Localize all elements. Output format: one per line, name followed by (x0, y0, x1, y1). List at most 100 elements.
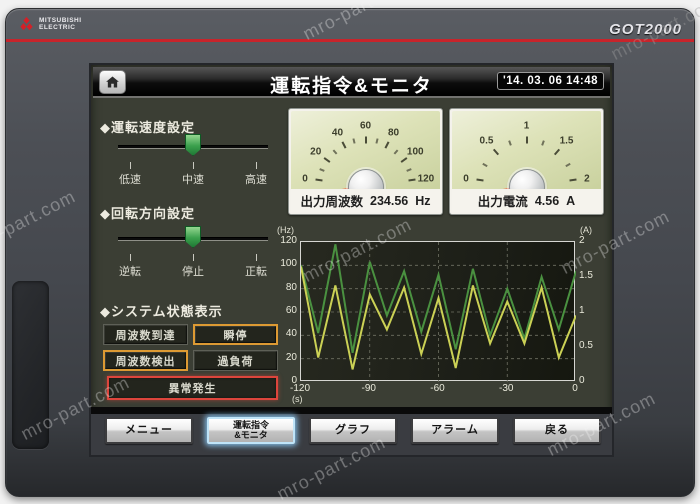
meter-knob (509, 169, 545, 191)
speed-tick-mid: 中速 (171, 162, 215, 187)
meter-tick-label: 1.5 (559, 135, 574, 147)
meter-name: 出力電流 (477, 195, 528, 209)
speed-slider-handle[interactable] (185, 134, 201, 156)
meter-tick-label: 120 (417, 173, 435, 184)
nav-button-menu[interactable]: メニュー (105, 417, 193, 444)
model-logo: GOT2000 (609, 21, 682, 38)
direction-slider-ticks: 逆転 停止 正転 (108, 254, 278, 279)
axis-tick-label: 1 (579, 305, 585, 316)
meter-tick-label: 60 (359, 120, 372, 132)
axis-tick-label: 0.5 (579, 340, 593, 351)
axis-tick-label: 100 (280, 258, 297, 270)
meter-tick-mark (319, 167, 325, 172)
left-axis-ticks: 120 100 80 60 40 20 0 (273, 235, 297, 387)
status-lamp-error: 異常発生 (107, 376, 278, 400)
axis-tick-label: 120 (280, 235, 297, 246)
meter-tick-mark (565, 162, 571, 167)
bezel-red-stripe (6, 39, 694, 42)
speed-slider-ticks: 低速 中速 高速 (108, 162, 278, 187)
meter-dial-face: 0 0.5 1 1.5 2 (452, 111, 601, 191)
meter-tick-label: 0.5 (479, 135, 494, 147)
meter-tick-mark (352, 138, 356, 144)
hmi-screen: 運転指令&モニタ '14. 03. 06 14:48 ◆運転速度設定 低速 中速… (89, 63, 614, 457)
interface-cover-slot (12, 281, 49, 449)
speed-tick-high: 高速 (234, 162, 278, 187)
meter-tick-mark (364, 136, 367, 144)
brand-line1: MITSUBISHI (39, 16, 82, 24)
meter-tick-mark (323, 156, 331, 163)
meter-tick-mark (315, 178, 323, 182)
axis-tick-label: 60 (285, 304, 297, 316)
meter-tick-mark (476, 178, 484, 182)
trend-graph-canvas (301, 242, 576, 382)
nav-button-row: メニュー 運転指令 &モニタ グラフ アラーム 戻る (105, 417, 601, 445)
meter-tick-mark (400, 156, 408, 163)
speed-tick-low: 低速 (108, 162, 152, 187)
x-axis-ticks: -120 -90 -60 -30 0 (282, 383, 593, 394)
meter-tick-label: 2 (584, 173, 590, 184)
three-diamond-icon (20, 16, 33, 31)
meter-tick-mark (492, 148, 499, 155)
axis-tick-label: -60 (430, 383, 445, 394)
axis-tick-label: 80 (285, 281, 297, 293)
left-axis-unit: (Hz) (277, 225, 294, 235)
meter-tick-label: 40 (331, 127, 344, 139)
direction-slider-handle[interactable] (185, 226, 201, 248)
output-frequency-meter: 0 20 40 60 80 100 120 出力周波数 234.56 Hz (288, 108, 443, 215)
meter-tick-label: 20 (310, 146, 322, 158)
direction-tick-forward: 正転 (234, 254, 278, 279)
meter-tick-label: 0 (302, 173, 308, 184)
nav-button-alarm[interactable]: アラーム (411, 417, 499, 444)
nav-button-operation-monitor[interactable]: 運転指令 &モニタ (207, 417, 295, 444)
nav-button-graph[interactable]: グラフ (309, 417, 397, 444)
meter-tick-mark (332, 148, 338, 155)
meter-tick-label: 100 (406, 146, 424, 158)
brand-line2: ELECTRIC (39, 23, 76, 31)
right-axis-unit: (A) (580, 225, 592, 235)
meter-tick-mark (384, 141, 390, 149)
status-lamp-frequency-detected: 周波数検出 (103, 350, 188, 371)
status-lamp-frequency-reached: 周波数到達 (103, 324, 188, 345)
direction-setting-heading: ◆回転方向設定 (100, 206, 195, 221)
meter-tick-mark (525, 136, 528, 144)
meter-tick-label: 0 (463, 173, 469, 184)
meter-knob (348, 169, 384, 191)
meter-readout: 出力電流 4.56 A (452, 189, 601, 212)
meter-tick-mark (508, 140, 512, 146)
axis-tick-label: 2 (579, 235, 585, 246)
meter-name: 出力周波数 (300, 195, 363, 209)
status-lamp-overload: 過負荷 (193, 350, 278, 371)
nav-button-back[interactable]: 戻る (513, 417, 601, 444)
meter-tick-label: 1 (523, 120, 530, 132)
output-current-meter: 0 0.5 1 1.5 2 出力電流 4.56 A (449, 108, 604, 215)
meter-tick-mark (375, 138, 379, 144)
trend-graph (300, 241, 576, 382)
meter-tick-label: 80 (387, 127, 400, 139)
meter-tick-mark (408, 178, 416, 182)
meter-tick-mark (482, 162, 488, 167)
status-lamp-momentary-stop: 瞬停 (193, 324, 278, 345)
axis-tick-label: -90 (361, 383, 376, 394)
meter-tick-mark (541, 140, 545, 146)
axis-tick-label: 0 (572, 383, 578, 394)
meter-tick-mark (569, 178, 577, 182)
meter-unit: A (566, 193, 576, 208)
meter-readout: 出力周波数 234.56 Hz (291, 189, 440, 212)
meter-unit: Hz (415, 193, 431, 208)
mitsubishi-logo: MITSUBISHI ELECTRIC (18, 16, 82, 31)
right-axis-ticks: 2 1.5 1 0.5 0 (579, 235, 603, 387)
meter-value: 4.56 (534, 193, 560, 208)
direction-tick-reverse: 逆転 (108, 254, 152, 279)
meter-tick-mark (554, 148, 561, 155)
title-bar: 運転指令&モニタ '14. 03. 06 14:48 (93, 67, 610, 98)
got2000-panel-bezel: MITSUBISHI ELECTRIC GOT2000 運転指令&モニタ '14… (5, 8, 695, 497)
speed-setting-heading: ◆運転速度設定 (100, 120, 195, 135)
x-axis-unit: (s) (292, 394, 303, 404)
direction-tick-stop: 停止 (171, 254, 215, 279)
axis-tick-label: -30 (499, 383, 514, 394)
meter-tick-mark (393, 148, 399, 155)
meter-tick-mark (341, 141, 347, 149)
system-status-heading: ◆システム状態表示 (100, 304, 223, 319)
axis-tick-label: 1.5 (579, 270, 593, 281)
axis-tick-label: 20 (285, 351, 297, 363)
